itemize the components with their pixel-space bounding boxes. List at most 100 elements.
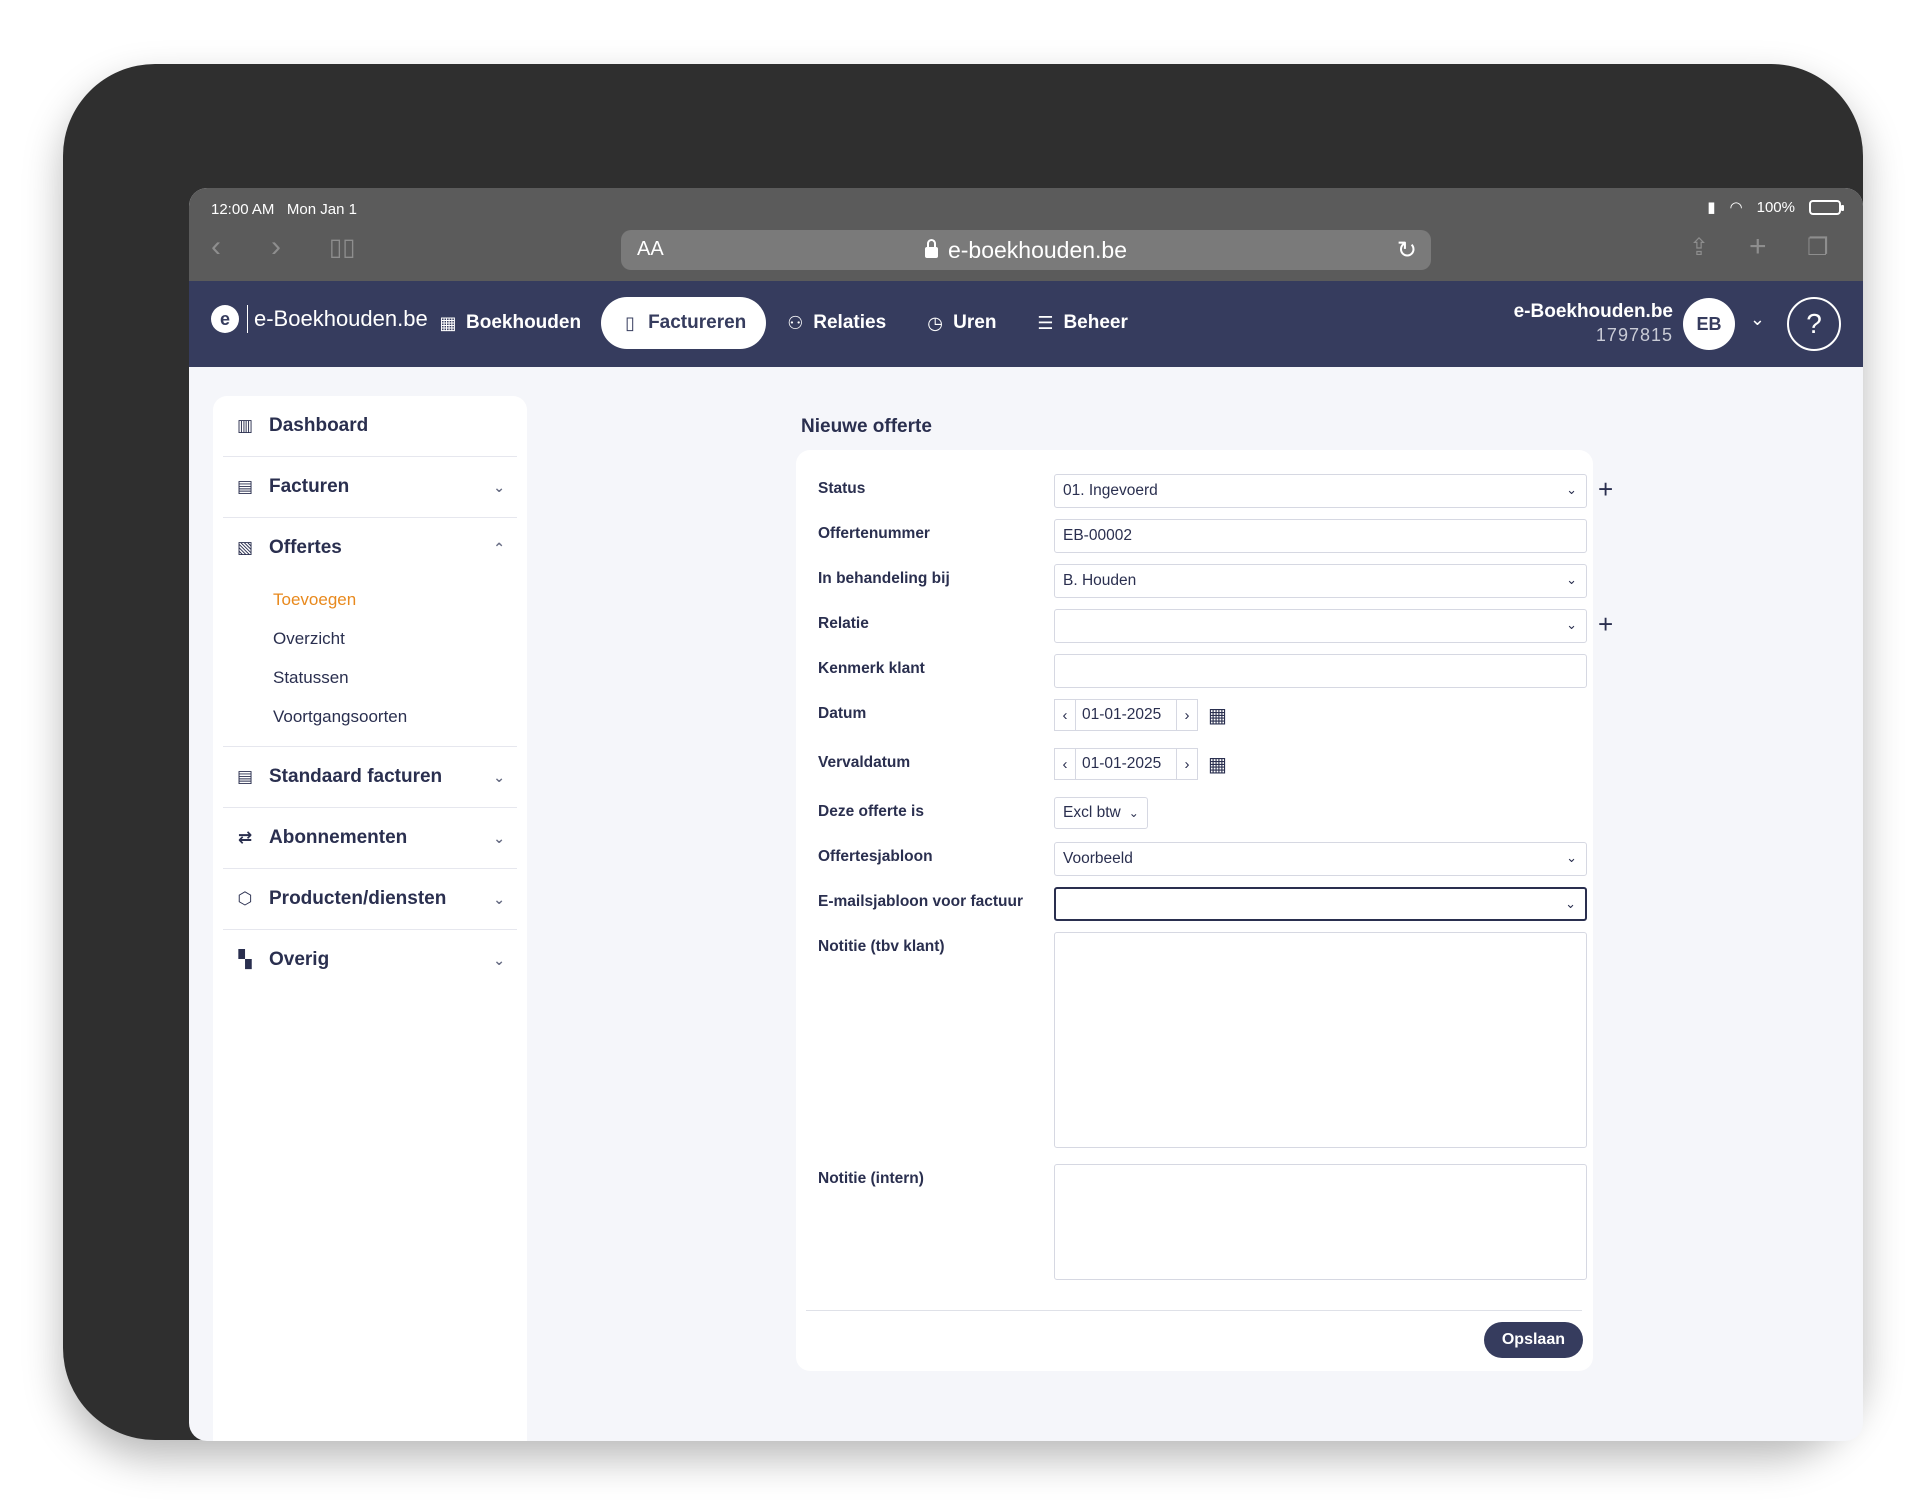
emailsjabloon-select[interactable]: ⌄: [1054, 887, 1587, 921]
sidebar-item-label: Facturen: [269, 476, 350, 497]
back-icon[interactable]: ‹: [211, 232, 221, 262]
address-bar[interactable]: AA e-boekhouden.be ↻: [621, 230, 1431, 270]
chevron-down-icon[interactable]: ⌄: [1750, 309, 1765, 330]
field-label: Offertesjabloon: [818, 848, 933, 865]
new-tab-icon[interactable]: +: [1749, 232, 1767, 262]
nav-relaties[interactable]: ⚇ Relaties: [766, 297, 906, 349]
sidebar-subitem-voortgangsoorten[interactable]: Voortgangsoorten: [273, 697, 517, 736]
app-logo[interactable]: e e-Boekhouden.be: [211, 305, 428, 333]
field-label: Vervaldatum: [818, 754, 911, 771]
field-label: Relatie: [818, 615, 869, 632]
tablet-frame: 12:00 AM Mon Jan 1 ▮ ◠ 100% ‹ › ▯▯ AA e-…: [63, 64, 1863, 1441]
sidebar-item-abonnementen[interactable]: ⇄ Abonnementen ⌄: [223, 808, 517, 868]
offerte-form: Status 01. Ingevoerd ⌄ + Offertenummer E…: [796, 450, 1613, 1371]
form-divider: [806, 1310, 1582, 1311]
btw-select[interactable]: Excl btw ⌄: [1054, 797, 1148, 829]
sidebar-subitem-toevoegen[interactable]: Toevoegen: [273, 580, 517, 619]
calculator-icon: ▦: [439, 312, 457, 333]
tablet-screen: 12:00 AM Mon Jan 1 ▮ ◠ 100% ‹ › ▯▯ AA e-…: [189, 188, 1863, 1441]
sidebar-subitem-statussen[interactable]: Statussen: [273, 658, 517, 697]
sidebar-item-offertes[interactable]: ▧ Offertes ⌃: [223, 518, 517, 578]
file-check-icon: ▤: [236, 767, 254, 786]
sidebar-item-label: Abonnementen: [269, 827, 408, 848]
status-select[interactable]: 01. Ingevoerd ⌄: [1054, 474, 1587, 508]
status-bar-time: 12:00 AM Mon Jan 1: [211, 201, 357, 218]
sidebar-item-producten[interactable]: ⬡ Producten/diensten ⌄: [223, 869, 517, 929]
behandeling-select[interactable]: B. Houden ⌄: [1054, 564, 1587, 598]
text-size-button[interactable]: AA: [637, 238, 664, 261]
sidebar-subitem-overzicht[interactable]: Overzicht: [273, 619, 517, 658]
chevron-right-icon[interactable]: ›: [1176, 699, 1198, 731]
sidebar-item-overig[interactable]: ▚ Overig ⌄: [223, 930, 517, 990]
save-button[interactable]: Opslaan: [1483, 1322, 1583, 1358]
reload-icon[interactable]: ↻: [1397, 236, 1417, 265]
field-label: Datum: [818, 705, 867, 722]
sidebar-item-facturen[interactable]: ▤ Facturen ⌄: [223, 457, 517, 517]
help-button[interactable]: ?: [1787, 297, 1841, 351]
datum-input[interactable]: 01-01-2025: [1076, 699, 1176, 731]
clipboard-icon: ▯: [625, 312, 636, 333]
chevron-down-icon: ⌄: [1128, 806, 1139, 820]
field-label: Status: [818, 480, 866, 497]
account-info[interactable]: e-Boekhouden.be 1797815: [1514, 301, 1673, 346]
offertenummer-value: EB-00002: [1063, 527, 1132, 544]
repeat-icon: ⇄: [237, 828, 253, 847]
grid-icon: ▚: [238, 950, 252, 969]
bookmarks-icon[interactable]: ▯▯: [329, 236, 355, 260]
share-icon[interactable]: ⇪: [1689, 236, 1709, 260]
forward-icon[interactable]: ›: [271, 232, 281, 262]
kenmerk-input[interactable]: [1054, 654, 1587, 688]
battery-icon: [1809, 199, 1844, 215]
relatie-select[interactable]: ⌄: [1054, 609, 1587, 643]
sidebar-submenu-offertes: Toevoegen Overzicht Statussen Voortgangs…: [223, 578, 517, 746]
avatar[interactable]: EB: [1683, 298, 1735, 350]
nav-factureren[interactable]: ▯ Factureren: [601, 297, 767, 349]
page-title: Nieuwe offerte: [801, 416, 932, 437]
vervaldatum-input[interactable]: 01-01-2025: [1076, 748, 1176, 780]
chevron-left-icon[interactable]: ‹: [1054, 699, 1076, 731]
field-label: E-mailsjabloon voor factuur: [818, 893, 1023, 910]
quote-document-icon: ▧: [236, 538, 254, 557]
nav-boekhouden[interactable]: ▦ Boekhouden: [419, 297, 601, 349]
chevron-left-icon[interactable]: ‹: [1054, 748, 1076, 780]
nav-label: Factureren: [648, 312, 747, 333]
account-id: 1797815: [1595, 325, 1673, 345]
sidebar-group-facturen: ▤ Facturen ⌄: [223, 457, 517, 518]
sidebar-item-label: Dashboard: [269, 415, 369, 436]
field-label: Offertenummer: [818, 525, 930, 542]
sidebar-item-dashboard[interactable]: ▥ Dashboard: [223, 396, 517, 456]
notitie-intern-textarea[interactable]: [1054, 1164, 1587, 1280]
browser-chrome: 12:00 AM Mon Jan 1 ▮ ◠ 100% ‹ › ▯▯ AA e-…: [189, 188, 1863, 281]
nav-beheer[interactable]: ☰ Beheer: [1016, 297, 1147, 349]
add-relatie-button[interactable]: +: [1598, 611, 1613, 637]
chevron-up-icon: ⌃: [493, 539, 505, 556]
offertenummer-input[interactable]: EB-00002: [1054, 519, 1587, 553]
nav-uren[interactable]: ◷ Uren: [906, 297, 1016, 349]
nav-label: Relaties: [813, 312, 887, 333]
field-label: Kenmerk klant: [818, 660, 925, 677]
document-icon: ▤: [236, 477, 254, 496]
calendar-icon[interactable]: ▦: [1208, 752, 1227, 777]
tabs-icon[interactable]: ❐: [1807, 236, 1829, 260]
chevron-down-icon: ⌄: [1566, 617, 1577, 632]
nav-label: Boekhouden: [466, 312, 582, 333]
vervaldatum-picker: ‹ 01-01-2025 › ▦: [1054, 748, 1227, 780]
account-name: e-Boekhouden.be: [1513, 301, 1673, 322]
sjabloon-select[interactable]: Voorbeeld ⌄: [1054, 842, 1587, 876]
sidebar-group-dashboard: ▥ Dashboard: [223, 396, 517, 457]
chevron-down-icon: ⌄: [493, 951, 505, 968]
chevron-right-icon[interactable]: ›: [1176, 748, 1198, 780]
sidebar-item-standaard-facturen[interactable]: ▤ Standaard facturen ⌄: [223, 747, 517, 807]
chevron-down-icon: ⌄: [1566, 572, 1577, 587]
add-status-button[interactable]: +: [1598, 476, 1613, 502]
notitie-klant-textarea[interactable]: [1054, 932, 1587, 1148]
url-text: e-boekhouden.be: [947, 236, 1128, 263]
sjabloon-value: Voorbeeld: [1063, 850, 1133, 867]
box-icon: ⬡: [237, 889, 253, 908]
sidebar-group-overig: ▚ Overig ⌄: [223, 930, 517, 990]
sidebar-item-label: Standaard facturen: [269, 766, 443, 787]
wifi-icon: ◠: [1729, 199, 1743, 216]
calendar-icon[interactable]: ▦: [1208, 703, 1227, 728]
chevron-down-icon: ⌄: [493, 890, 505, 907]
logo-text: e-Boekhouden.be: [254, 306, 428, 331]
